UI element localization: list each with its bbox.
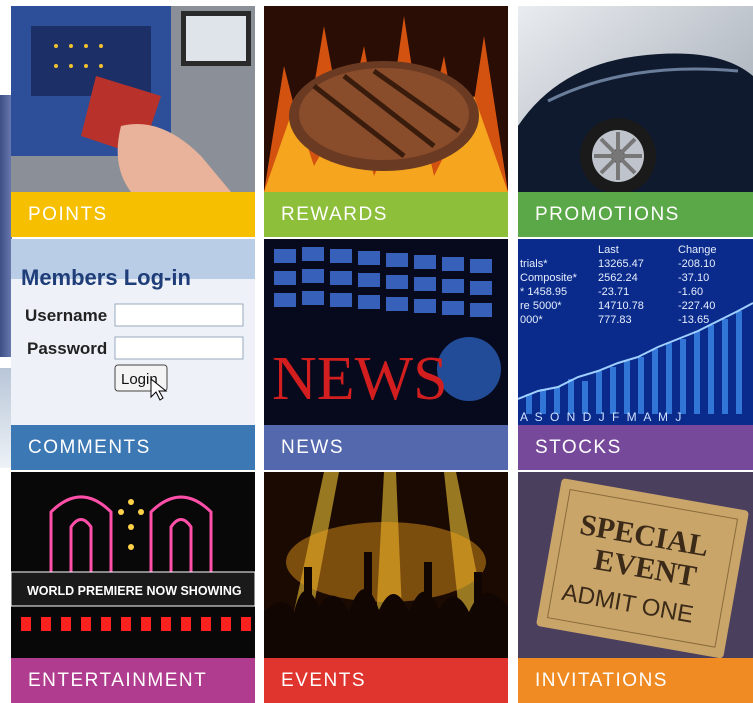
marquee-text: WORLD PREMIERE NOW SHOWING [27, 584, 242, 598]
tile-label: INVITATIONS [518, 658, 753, 703]
stocks-cell: -13.65 [678, 314, 709, 326]
stocks-header-change: Change [678, 244, 717, 256]
events-concert-image [264, 472, 508, 658]
stocks-cell: -23.71 [598, 286, 629, 298]
stocks-month-axis: A S O N D J F M A M J [520, 410, 683, 424]
stocks-cell: -208.10 [678, 258, 715, 270]
tile-invitations[interactable]: SPECIAL EVENT ADMIT ONE INVITATIONS [518, 472, 753, 703]
tile-news[interactable]: NEWS NEWS [264, 239, 508, 470]
points-card-image [11, 6, 255, 192]
comments-login-image: Members Log-in Username Password Login [11, 239, 255, 425]
stocks-cell: * 1458.95 [520, 286, 567, 298]
username-label: Username [25, 306, 107, 325]
tile-entertainment[interactable]: WORLD PREMIERE NOW SHOWING ENTERTAINMENT [11, 472, 255, 703]
news-screens-image: NEWS [264, 239, 508, 425]
tile-rewards[interactable]: REWARDS [264, 6, 508, 237]
stocks-cell: -1.60 [678, 286, 703, 298]
login-heading: Members Log-in [21, 265, 191, 290]
tile-label: EVENTS [264, 658, 508, 703]
tile-label: POINTS [11, 192, 255, 237]
stocks-cell: 2562.24 [598, 272, 638, 284]
promotions-car-image [518, 6, 753, 192]
invitations-ticket-image: SPECIAL EVENT ADMIT ONE [518, 472, 753, 658]
stocks-cell: 777.83 [598, 314, 632, 326]
stocks-header-last: Last [598, 244, 619, 256]
stocks-cell: -37.10 [678, 272, 709, 284]
tile-label: ENTERTAINMENT [11, 658, 255, 703]
stocks-cell: 000* [520, 314, 543, 326]
news-headline-word: NEWS [272, 345, 448, 413]
password-label: Password [27, 339, 107, 358]
tile-label: REWARDS [264, 192, 508, 237]
stocks-cell: 14710.78 [598, 300, 644, 312]
stocks-cell: 13265.47 [598, 258, 644, 270]
stocks-cell: re 5000* [520, 300, 562, 312]
tile-label: PROMOTIONS [518, 192, 753, 237]
tile-comments[interactable]: Members Log-in Username Password Login C… [11, 239, 255, 470]
tile-label: NEWS [264, 425, 508, 470]
stocks-cell: Composite* [520, 272, 578, 284]
stocks-ticker-image: Last Change trials* 13265.47 -208.10 Com… [518, 239, 753, 425]
tile-label: STOCKS [518, 425, 753, 470]
entertainment-marquee-image: WORLD PREMIERE NOW SHOWING [11, 472, 255, 658]
tile-points[interactable]: POINTS [11, 6, 255, 237]
stocks-cell: trials* [520, 258, 548, 270]
tile-promotions[interactable]: PROMOTIONS [518, 6, 753, 237]
stocks-cell: -227.40 [678, 300, 715, 312]
tile-label: COMMENTS [11, 425, 255, 470]
rewards-steak-image [264, 6, 508, 192]
tile-stocks[interactable]: Last Change trials* 13265.47 -208.10 Com… [518, 239, 753, 470]
tile-events[interactable]: EVENTS [264, 472, 508, 703]
